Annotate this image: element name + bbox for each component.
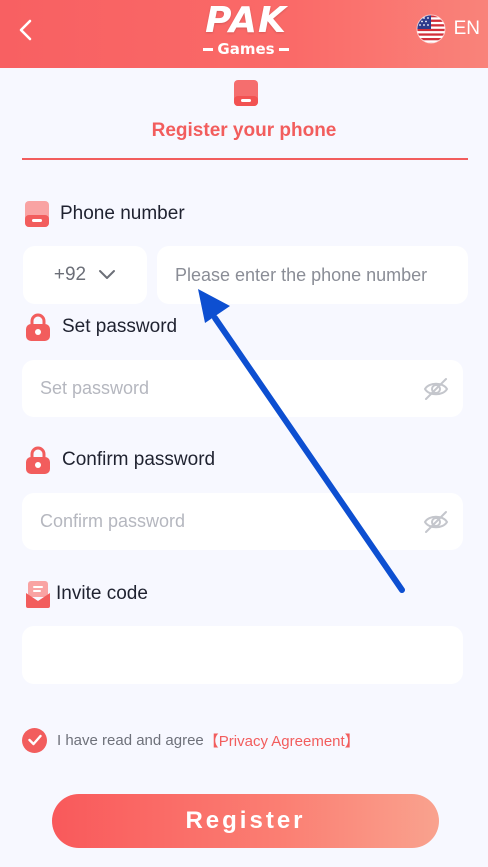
confirm-password-input[interactable]: [22, 493, 463, 550]
phone-label-row: Phone number: [24, 199, 185, 229]
agreement-row: I have read and agree 【Privacy Agreement…: [22, 726, 360, 754]
invite-icon: [26, 581, 50, 608]
confirm-label: Confirm password: [62, 449, 216, 470]
password-label: Set password: [62, 316, 178, 337]
header-bar: PAK Games EN: [0, 0, 488, 68]
chevron-left-icon: [19, 19, 32, 41]
chevron-down-icon: [99, 270, 116, 279]
password-input[interactable]: [22, 360, 463, 417]
eye-off-icon[interactable]: [423, 376, 449, 402]
app-logo: PAK Games: [172, 0, 320, 60]
password-field: [22, 360, 463, 417]
confirm-label-row: Confirm password: [24, 445, 215, 475]
language-selector[interactable]: EN: [416, 13, 480, 45]
country-code-value: +92: [53, 264, 87, 285]
phone-input[interactable]: [157, 246, 468, 304]
phone-field: [157, 246, 468, 304]
country-code-select[interactable]: +92: [23, 246, 147, 304]
confirm-field: [22, 493, 463, 550]
us-flag-icon: [416, 14, 446, 44]
tab-register-phone[interactable]: Register your phone: [0, 120, 488, 142]
invite-field: [22, 626, 463, 684]
phone-label: Phone number: [60, 203, 185, 224]
password-label-row: Set password: [24, 312, 177, 342]
agreement-text: I have read and agree: [57, 731, 204, 749]
phone-icon: [234, 80, 258, 106]
lock-icon: [26, 446, 50, 474]
eye-off-icon[interactable]: [423, 509, 449, 535]
invite-code-input[interactable]: [22, 626, 463, 684]
invite-label-row: Invite code: [24, 579, 148, 609]
language-label: EN: [453, 18, 480, 39]
logo-sub-label: Games: [217, 40, 275, 58]
logo-main-text: PAK: [205, 0, 287, 41]
invite-label: Invite code: [56, 583, 148, 604]
privacy-agreement-link[interactable]: 【Privacy Agreement】: [204, 730, 360, 751]
register-button[interactable]: Register: [52, 794, 439, 848]
logo-sub-text: Games: [172, 40, 320, 58]
phone-icon: [25, 201, 49, 227]
tab-underline: [22, 158, 468, 160]
lock-icon: [26, 313, 50, 341]
back-button[interactable]: [10, 14, 42, 46]
agreement-checkbox[interactable]: [22, 727, 47, 753]
checkmark-icon: [27, 734, 42, 746]
